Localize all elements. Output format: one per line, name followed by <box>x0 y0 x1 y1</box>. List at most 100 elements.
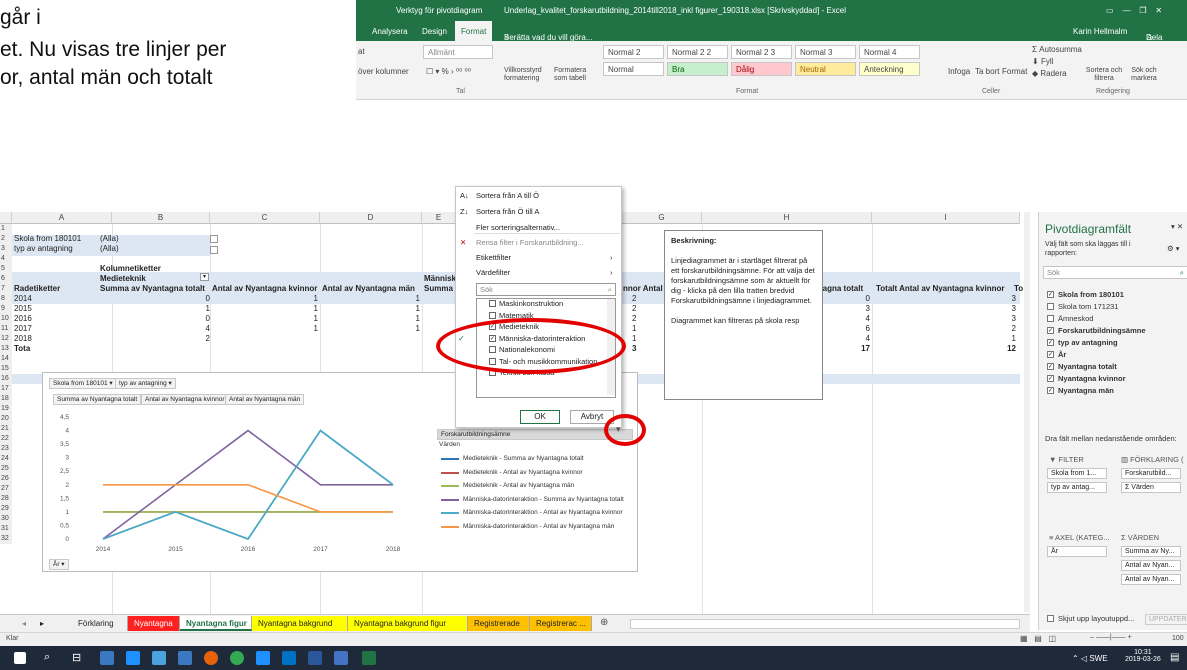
pivot-cell[interactable]: 2 <box>632 304 636 314</box>
pivot-cell[interactable]: 1 <box>632 324 636 334</box>
pivot-cell[interactable]: Medieteknik <box>100 274 146 284</box>
axis-field-button[interactable]: År ▾ <box>49 559 69 570</box>
sheet-tab[interactable]: Förklaring <box>72 616 128 631</box>
field-checkbox[interactable]: ✓ <box>1047 351 1054 358</box>
sheet-tab[interactable]: Nyantagna figur <box>180 616 252 631</box>
pivot-cell[interactable]: 4 <box>860 314 870 324</box>
pivot-cell[interactable]: 1 <box>200 304 210 314</box>
pane-search-input[interactable]: Sök ⌕ <box>1043 266 1187 279</box>
row-header[interactable]: 25 <box>0 464 12 474</box>
row-header[interactable]: 26 <box>0 474 12 484</box>
row-header[interactable]: 1 <box>0 224 12 234</box>
pivot-cell[interactable]: (Alla) <box>100 244 119 254</box>
col-header-b[interactable]: B <box>112 212 210 224</box>
windows-start-icon[interactable] <box>14 652 26 664</box>
tab-scroll-left-icon[interactable]: ◂ <box>22 619 26 628</box>
field-label[interactable]: Skola from 180101 <box>1058 290 1124 299</box>
pivot-cell[interactable]: 2 <box>1006 324 1016 334</box>
find-select-button[interactable]: Sök och markera <box>1126 67 1162 83</box>
col-header-c[interactable]: C <box>210 212 320 224</box>
fill-button[interactable]: ⬇ Fyll <box>1032 57 1053 66</box>
vertical-scrollbar[interactable] <box>1024 212 1030 612</box>
row-header[interactable]: 3 <box>0 244 12 254</box>
pivot-cell[interactable]: 6 <box>860 324 870 334</box>
field-label[interactable]: År <box>1058 350 1066 359</box>
pivot-cell[interactable]: 1 <box>308 304 318 314</box>
row-header[interactable]: 20 <box>0 414 12 424</box>
col-header-h[interactable]: H <box>702 212 872 224</box>
row-header[interactable]: 31 <box>0 524 12 534</box>
pivot-cell[interactable]: Summa av Nyantagna totalt <box>100 284 205 294</box>
firefox-icon[interactable] <box>204 651 218 665</box>
row-header[interactable]: 13 <box>0 344 12 354</box>
col-header-e[interactable]: E <box>422 212 456 224</box>
pivot-cell[interactable]: Människ <box>424 274 456 284</box>
zoom-slider[interactable]: – ——|—— + <box>1090 634 1132 641</box>
row-header[interactable]: 6 <box>0 274 12 284</box>
clear-filter-item[interactable]: ✕ Rensa filter i Forskarutbildning... <box>460 238 584 247</box>
field-checkbox[interactable] <box>1047 303 1054 310</box>
pivot-cell[interactable]: 0 <box>200 294 210 304</box>
sheet-tab[interactable]: Registrerade <box>468 616 530 631</box>
row-header[interactable]: 9 <box>0 304 12 314</box>
pivot-cell[interactable]: 3 <box>1006 314 1016 324</box>
number-format-buttons[interactable]: ☐ ▾ % › ⁰⁰ ⁰⁰ <box>426 67 471 76</box>
cond-format-button[interactable]: Villkorsstyrd formatering <box>504 67 552 83</box>
pivot-cell[interactable]: 0 <box>860 294 870 304</box>
sort-asc-item[interactable]: A↓ Sortera från A till Ö <box>460 191 539 200</box>
style-normal[interactable]: Normal <box>603 62 664 76</box>
view-buttons[interactable]: ▦ ▤ ◫ <box>1020 634 1056 643</box>
values-area-item-1[interactable]: Summa av Ny... <box>1121 546 1181 557</box>
pivot-cell[interactable]: 1 <box>308 314 318 324</box>
style-normal-2-3[interactable]: Normal 2 3 <box>731 45 792 59</box>
filter-area-item-1[interactable]: Skola from 1... <box>1047 468 1107 479</box>
total-label[interactable]: Tota <box>14 344 30 354</box>
row-header[interactable]: 27 <box>0 484 12 494</box>
chrome-icon[interactable] <box>230 651 244 665</box>
chart-value-button-1[interactable]: Summa av Nyantagna totalt <box>53 394 142 405</box>
col-header-a[interactable]: A <box>12 212 112 224</box>
chart-filter-antagning[interactable]: typ av antagning ▾ <box>115 378 176 389</box>
sort-desc-item[interactable]: Z↓ Sortera från Ö till A <box>460 207 539 216</box>
file-explorer-icon[interactable] <box>152 651 166 665</box>
pivot-cell[interactable]: Antal av Nyantagna kvinnor <box>212 284 317 294</box>
field-checkbox[interactable]: ✓ <box>1047 339 1054 346</box>
pivot-cell[interactable]: 17 <box>860 344 870 354</box>
style-normal-3[interactable]: Normal 3 <box>795 45 856 59</box>
horizontal-scrollbar[interactable] <box>630 619 1020 629</box>
pivot-cell[interactable]: nnor Antal <box>623 284 663 294</box>
col-header-i[interactable]: I <box>872 212 1020 224</box>
row-header[interactable]: 11 <box>0 324 12 334</box>
update-button[interactable]: UPPDATERA <box>1145 614 1187 625</box>
row-header[interactable]: 5 <box>0 264 12 274</box>
pane-close-icon[interactable]: ▾ ✕ <box>1171 222 1183 231</box>
chart-value-button-2[interactable]: Antal av Nyantagna kvinnor <box>141 394 229 405</box>
filter-area-item-2[interactable]: typ av antag... <box>1047 482 1107 493</box>
pivot-cell[interactable]: 3 <box>1006 304 1016 314</box>
row-header[interactable]: 29 <box>0 504 12 514</box>
insert-button[interactable]: Infoga <box>948 67 970 76</box>
sheet-tab[interactable]: Nyantagna bakgrund <box>252 616 348 631</box>
pivot-cell[interactable]: 1 <box>410 324 420 334</box>
outlook-icon[interactable] <box>282 651 296 665</box>
pivot-cell[interactable]: 2 <box>632 314 636 324</box>
delete-button[interactable]: Ta bort <box>975 67 999 76</box>
row-header[interactable]: 24 <box>0 454 12 464</box>
row-label-year[interactable]: 2015 <box>14 304 32 314</box>
filter-search-input[interactable]: Sök ⌕ <box>476 283 616 296</box>
pivot-cell[interactable]: 1 <box>1006 334 1016 344</box>
tab-design[interactable]: Design <box>422 27 447 36</box>
field-label[interactable]: Nyantagna män <box>1058 386 1114 395</box>
word-icon[interactable] <box>308 651 322 665</box>
pivot-cell[interactable]: 1 <box>308 324 318 334</box>
field-label[interactable]: Forskarutbildningsämne <box>1058 326 1146 335</box>
row-label-year[interactable]: 2018 <box>14 334 32 344</box>
filter-item-label[interactable]: Maskinkonstruktion <box>499 299 563 308</box>
row-header[interactable]: 23 <box>0 444 12 454</box>
row-header[interactable]: 19 <box>0 404 12 414</box>
add-sheet-icon[interactable]: ⊕ <box>600 617 608 628</box>
field-checkbox[interactable]: ✓ <box>1047 363 1054 370</box>
clock[interactable]: 10:31 2019-03-26 <box>1125 649 1161 663</box>
filter-dropdown-skola[interactable] <box>210 235 218 243</box>
row-header[interactable]: 17 <box>0 384 12 394</box>
